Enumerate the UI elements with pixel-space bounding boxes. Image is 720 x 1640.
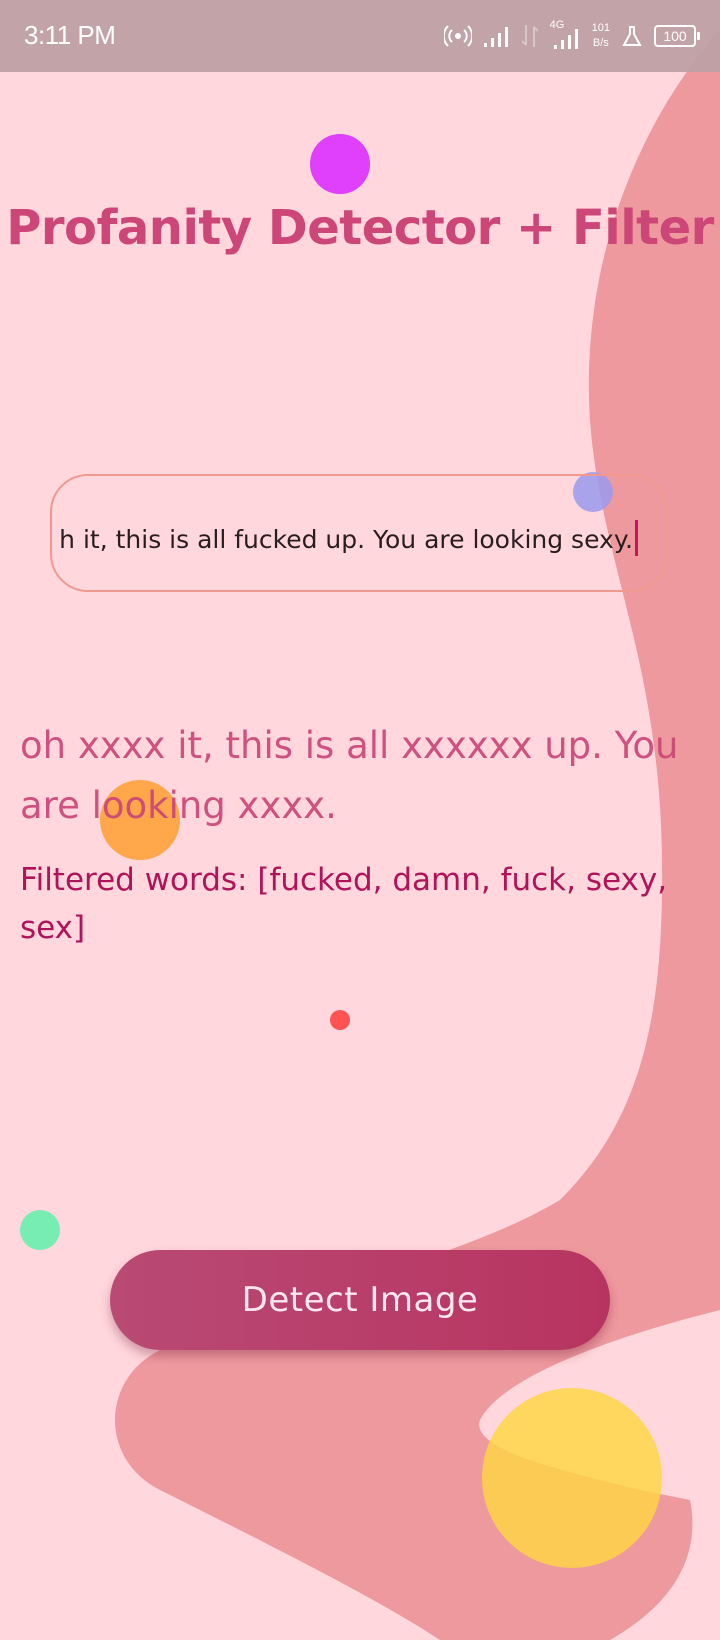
decor-circle-red	[330, 1010, 350, 1030]
detect-image-button[interactable]: Detect Image	[110, 1250, 610, 1350]
status-time: 3:11 PM	[24, 20, 116, 50]
censored-output-text: oh xxxx it, this is all xxxxxx up. You a…	[20, 724, 679, 827]
text-cursor	[635, 520, 638, 556]
text-input-text: h it, this is all fucked up. You are loo…	[59, 525, 633, 554]
hotspot-icon	[443, 25, 472, 47]
battery-icon: 100	[654, 25, 700, 47]
net-speed: 101 B/s	[592, 21, 610, 51]
status-icons: 4G 101 B/s 100	[443, 18, 700, 54]
text-input-field[interactable]: h it, this is all fucked up. You are loo…	[50, 474, 668, 592]
network-type-label: 4G	[549, 19, 565, 31]
signal-icon	[483, 27, 508, 47]
text-input-value[interactable]: h it, this is all fucked up. You are loo…	[59, 520, 638, 556]
net-speed-unit: B/s	[592, 37, 609, 49]
decor-circle-yellow	[482, 1388, 662, 1568]
data-transfer-icon	[521, 25, 538, 47]
page-title: Profanity Detector + Filter	[6, 200, 714, 256]
decor-circle-magenta	[310, 134, 370, 194]
filtered-words-text: Filtered words: [fucked, damn, fuck, sex…	[20, 862, 668, 946]
flask-icon	[622, 26, 642, 46]
status-bar: 3:11 PM 4G 101 B/s 100	[0, 0, 720, 72]
signal-4g: 4G	[549, 19, 580, 51]
decor-circle-green	[20, 1210, 60, 1250]
net-speed-value: 101	[591, 22, 610, 34]
